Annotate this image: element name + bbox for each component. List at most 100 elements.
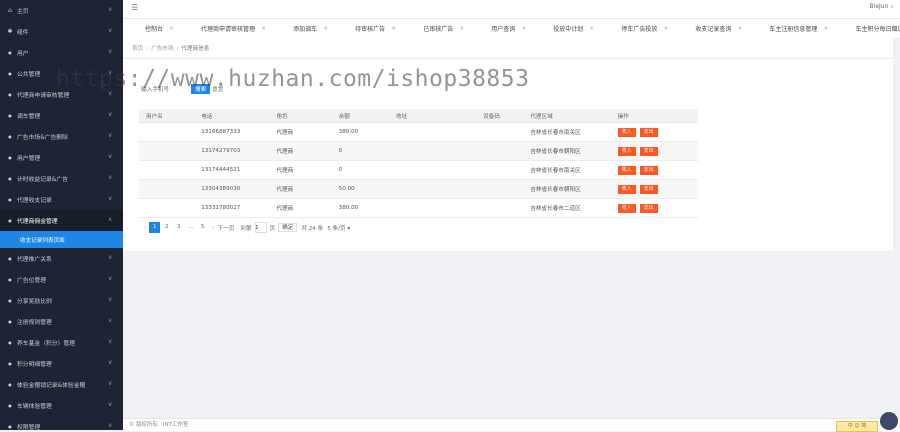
gear-icon: ✱ — [7, 27, 13, 35]
sidebar-item[interactable]: ● 积分明细管理 ∨ — [0, 353, 123, 374]
page-number[interactable]: 2 — [161, 222, 172, 233]
table-cell — [139, 141, 195, 161]
chevron-down-icon: ∨ — [108, 359, 113, 366]
close-icon[interactable]: × — [663, 25, 668, 32]
expense-button[interactable]: 支出 — [639, 184, 658, 194]
home-icon: ⌂ — [8, 6, 12, 14]
breadcrumb-home[interactable]: 首页 — [132, 46, 143, 52]
next-page-link[interactable]: 下一页 — [218, 224, 235, 232]
table-cell — [476, 160, 524, 180]
table-row: 13331780027 代理商 380.00 吉林省长春市二道区 收入 支出 — [139, 198, 698, 218]
sidebar-item[interactable]: ● 权限管理 ∨ — [0, 416, 123, 431]
table-cell: 代理商 — [269, 198, 332, 218]
top-header: ☰ BieJun ∨ — [123, 0, 900, 19]
tab[interactable]: 投放中计划 × — [533, 19, 601, 38]
sidebar-item[interactable]: ● 代理收支记录 ∨ — [0, 189, 123, 210]
expense-button[interactable]: 支出 — [639, 203, 658, 213]
income-button[interactable]: 收入 — [617, 203, 636, 213]
assistant-avatar[interactable] — [880, 412, 898, 430]
page-number[interactable]: 3 — [173, 222, 184, 233]
sidebar-item[interactable]: ● 养车基金（积分）管理 ∨ — [0, 332, 123, 353]
user-icon: ● — [8, 175, 12, 181]
menu-toggle-icon[interactable]: ☰ — [131, 4, 139, 12]
sidebar-item[interactable]: ● 分享奖励比例 ∨ — [0, 290, 123, 311]
next-page-icon[interactable]: › — [209, 225, 217, 231]
sidebar-item-label: 广告市场&广告删除 — [17, 135, 68, 141]
chevron-down-icon: ∨ — [108, 275, 113, 282]
tab[interactable]: 收支记录查询 × — [675, 19, 749, 38]
close-icon[interactable]: × — [521, 25, 526, 32]
ime-widget[interactable]: 中 ☺ 简 — [836, 421, 878, 432]
close-icon[interactable]: × — [323, 25, 328, 32]
table-cell — [476, 179, 524, 199]
user-icon: ● — [8, 91, 12, 97]
tab[interactable]: 控制台 × — [123, 19, 181, 38]
sidebar-item[interactable]: ● 计时收益记录&广告 ∨ — [0, 168, 123, 189]
sidebar-item[interactable]: ✱ 组件 ∨ — [0, 21, 123, 42]
expense-button[interactable]: 支出 — [639, 146, 658, 156]
per-page-value: 5 条/页 — [327, 225, 346, 232]
user-icon: ● — [8, 276, 12, 282]
close-icon[interactable]: × — [459, 25, 464, 32]
sidebar-item[interactable]: ● 体验金赠销记录&体验金赠 ∨ — [0, 374, 123, 395]
actions-cell: 收入 支出 — [610, 179, 698, 199]
sidebar-item[interactable]: ● 代理推广关系 ∨ — [0, 248, 123, 269]
page-number[interactable]: 5 — [197, 222, 208, 233]
breadcrumb-middle[interactable]: 广告市场 — [151, 46, 173, 52]
sidebar-item[interactable]: ● 调车管理 ∨ — [0, 105, 123, 126]
close-icon[interactable]: × — [391, 25, 396, 32]
user-icon: ● — [8, 133, 12, 139]
chevron-down-icon: ∨ — [108, 174, 113, 181]
income-button[interactable]: 收入 — [617, 146, 636, 156]
expense-button[interactable]: 支出 — [639, 165, 658, 175]
income-button[interactable]: 收入 — [617, 127, 636, 137]
close-icon[interactable]: × — [823, 25, 828, 32]
column-header: 操作 — [610, 109, 698, 123]
sidebar-item[interactable]: ● 公共管理 ∨ — [0, 63, 123, 84]
sidebar-item[interactable]: ● 代理商佣金管理 ∧ — [0, 210, 123, 231]
user-icon: ● — [8, 154, 12, 160]
sidebar-item-label: 体验金赠销记录&体验金赠 — [17, 383, 86, 389]
page-number[interactable]: 1 — [149, 222, 161, 233]
goto-confirm-button[interactable]: 确定 — [278, 223, 298, 232]
close-icon[interactable]: × — [589, 25, 594, 32]
tab[interactable]: 待审核广告 × — [335, 19, 403, 38]
chevron-down-icon: ∨ — [108, 111, 113, 118]
chevron-down-icon: ∨ — [108, 27, 113, 34]
close-icon[interactable]: × — [261, 25, 266, 32]
search-button[interactable]: 搜索 — [190, 84, 211, 94]
tab[interactable]: 车主注册信息管理 × — [749, 19, 835, 38]
sidebar-item[interactable]: ● 车辆体验管理 ∨ — [0, 395, 123, 416]
sidebar-item[interactable]: ● 用户 ∨ — [0, 42, 123, 63]
tab[interactable]: 添加调车 × — [273, 19, 335, 38]
tab[interactable]: 用户查询 × — [471, 19, 533, 38]
phone-search-input[interactable] — [170, 85, 189, 93]
sidebar-item[interactable]: ● 用户管理 ∨ — [0, 147, 123, 168]
table-cell: 吉林省长春市朝阳区 — [523, 141, 611, 161]
sidebar-item[interactable]: ● 广告市场&广告删除 ∨ — [0, 126, 123, 147]
breadcrumb-separator: / — [146, 46, 149, 52]
tab[interactable]: 代理商申请审核管理 × — [181, 19, 273, 38]
prev-page-icon[interactable]: ‹ — [141, 225, 149, 231]
expense-button[interactable]: 支出 — [639, 127, 658, 137]
close-icon[interactable]: × — [169, 25, 174, 32]
reset-button[interactable]: 重置 — [212, 85, 223, 93]
income-button[interactable]: 收入 — [617, 184, 636, 194]
sidebar-item[interactable]: ⌂ 主页 ∨ — [0, 0, 123, 21]
per-page-select[interactable]: 5 条/页 ▾ — [327, 224, 350, 232]
income-button[interactable]: 收入 — [617, 165, 636, 175]
tab-label: 收支记录查询 — [695, 26, 732, 33]
tab[interactable]: 已审核广告 × — [403, 19, 471, 38]
sidebar-item[interactable]: ● 广告位管理 ∨ — [0, 269, 123, 290]
goto-page-input[interactable] — [254, 222, 267, 233]
sidebar-item[interactable]: ● 代理商申请审核管理 ∨ — [0, 84, 123, 105]
column-header: 代理区域 — [523, 109, 611, 123]
search-bar: 输入手机号 搜索 重置 — [141, 84, 223, 94]
close-icon[interactable]: × — [737, 25, 742, 32]
sidebar-item[interactable]: ● 注册规则管理 ∨ — [0, 311, 123, 332]
tab[interactable]: 车主积分每日赠送数量× — [835, 19, 900, 38]
sidebar-item-label: 广告位管理 — [17, 278, 46, 284]
tab[interactable]: 停车广告投放 × — [601, 19, 675, 38]
user-menu[interactable]: BieJun ∨ — [870, 3, 894, 10]
sidebar-subitem-active[interactable]: 收支记录列表页面 — [0, 231, 123, 248]
